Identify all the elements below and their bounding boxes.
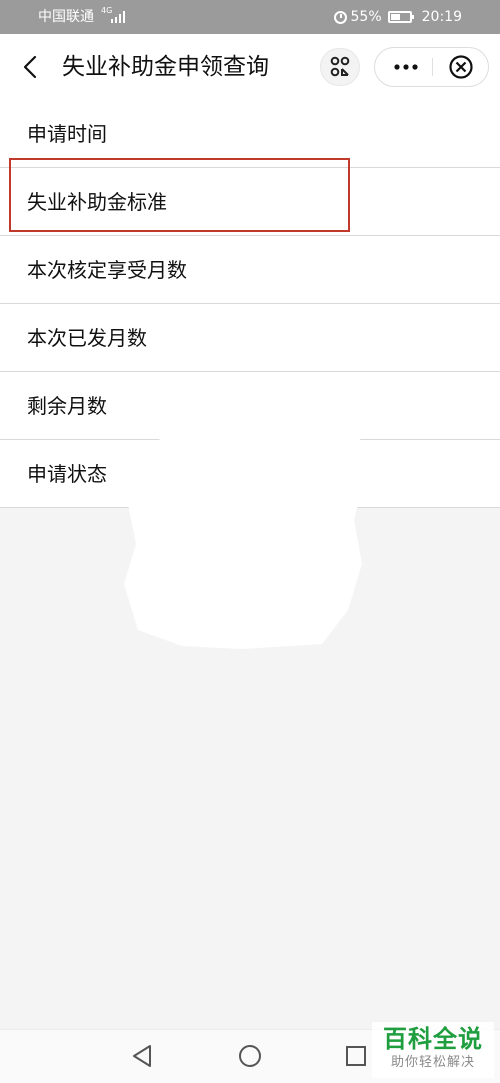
list-item-apply-status[interactable]: 申请状态 — [0, 440, 500, 508]
list-item-subsidy-standard[interactable]: 失业补助金标准 — [0, 168, 500, 236]
list-item-apply-time[interactable]: 申请时间 — [0, 100, 500, 168]
carrier-name: 中国联通 — [38, 9, 94, 25]
chevron-left-icon[interactable] — [20, 55, 44, 79]
circle-home-icon[interactable] — [237, 1043, 263, 1069]
nav-bar: 失业补助金申领查询 — [0, 34, 500, 100]
battery-icon — [387, 11, 414, 23]
close-circle-icon — [449, 55, 473, 79]
triangle-back-icon[interactable] — [130, 1043, 156, 1069]
watermark-subtitle: 助你轻松解决 — [390, 1055, 475, 1070]
scan-icon — [330, 56, 350, 77]
close-button[interactable] — [437, 52, 485, 82]
watermark-title: 百科全说 — [383, 1025, 483, 1053]
status-bar: 中国联通 4G 55% 20:19 — [0, 0, 500, 34]
clock-time: 20:19 — [421, 9, 462, 25]
page-title: 失业补助金申领查询 — [62, 54, 269, 80]
menu-capsule — [374, 47, 489, 87]
alarm-icon — [333, 10, 347, 24]
scan-button[interactable] — [320, 48, 360, 86]
more-button[interactable] — [381, 52, 429, 82]
more-icon — [394, 64, 418, 70]
status-right-group: 55% 20:19 — [333, 8, 462, 26]
battery-percent: 55% — [350, 9, 382, 25]
square-recent-icon[interactable] — [343, 1043, 369, 1069]
capsule-divider — [432, 58, 433, 76]
watermark-logo: 百科全说 助你轻松解决 — [372, 1022, 494, 1078]
list-item-remaining-months[interactable]: 剩余月数 — [0, 372, 500, 440]
signal-icon — [111, 10, 127, 23]
list-item-approved-months[interactable]: 本次核定享受月数 — [0, 236, 500, 304]
query-list: 申请时间 失业补助金标准 本次核定享受月数 本次已发月数 剩余月数 申请状态 — [0, 100, 500, 508]
list-item-paid-months[interactable]: 本次已发月数 — [0, 304, 500, 372]
